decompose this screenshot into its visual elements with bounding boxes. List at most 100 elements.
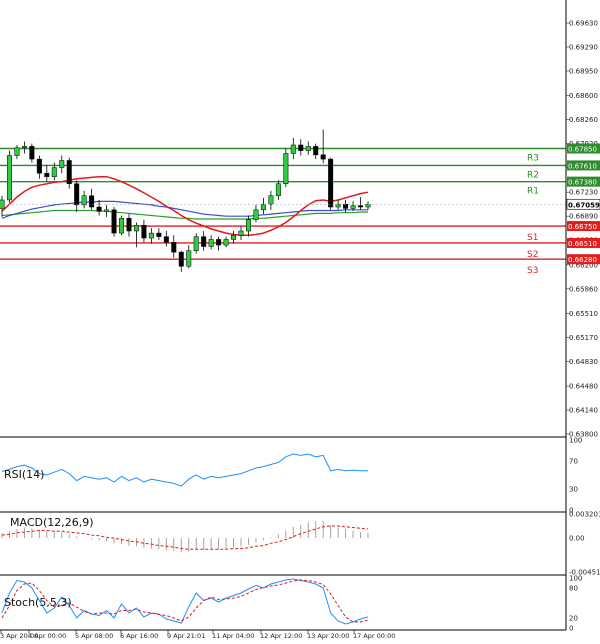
stoch-title: Stoch(5,5,3) xyxy=(4,596,72,609)
level-name-s1: S1 xyxy=(527,233,538,243)
x-tick-label: 11 Apr 04:00 xyxy=(212,632,254,640)
level-price-label: 0.66510 xyxy=(568,240,597,248)
price-tick-label: 0.64140 xyxy=(569,407,598,415)
price-tick-label: 0.65860 xyxy=(569,285,598,293)
candle-bull xyxy=(223,239,229,246)
candle-bear xyxy=(320,154,326,160)
candle-bull xyxy=(119,218,125,234)
x-tick-label: 12 Apr 12:00 xyxy=(260,632,302,640)
macd-tick-label: 0.003201 xyxy=(569,511,600,519)
level-price-label: 0.67380 xyxy=(568,179,597,187)
x-axis: 3 Apr 20:004 Apr 00:00 5 Apr 08:00 6 Apr 1… xyxy=(0,629,566,640)
candle-bull xyxy=(231,234,237,240)
candle-bull xyxy=(275,183,281,196)
candle-bull xyxy=(335,203,341,208)
candle-bull xyxy=(133,225,139,232)
stoch-tick-label: 20 xyxy=(569,615,578,623)
current-price-label: 0.67059 xyxy=(568,201,600,209)
candle-bull xyxy=(81,195,87,206)
rsi-title: RSI(14) xyxy=(4,468,44,481)
candle-bear xyxy=(111,209,117,234)
level-name-r2: R2 xyxy=(527,170,539,180)
candle-bear xyxy=(74,183,80,206)
level-price-label: 0.66750 xyxy=(568,223,597,231)
price-tick-label: 0.68260 xyxy=(569,116,598,124)
candle-bull xyxy=(193,236,199,251)
candle-bear xyxy=(358,205,364,208)
candle-bear xyxy=(44,172,50,177)
price-tick-label: 0.69290 xyxy=(569,44,598,52)
candle-bear xyxy=(163,236,169,243)
level-name-s3: S3 xyxy=(527,266,538,276)
x-tick-label: 4 Apr 00:00 xyxy=(28,632,66,640)
macd-title: MACD(12,26,9) xyxy=(10,516,94,529)
candle-bull xyxy=(290,144,296,154)
candle-bear xyxy=(298,144,304,151)
x-tick-label: 13 Apr 20:00 xyxy=(307,632,349,640)
candle-bull xyxy=(59,160,65,168)
x-tick-label: 5 Apr 08:00 xyxy=(75,632,113,640)
level-price-label: 0.66280 xyxy=(568,256,597,264)
stoch-tick-label: 0 xyxy=(569,625,573,633)
macd-tick-label: 0.00 xyxy=(569,535,585,543)
candle-bull xyxy=(104,209,110,212)
candle-bull xyxy=(238,230,244,236)
candle-bear xyxy=(36,158,42,174)
candle-bear xyxy=(201,236,207,247)
forex-chart: 0.696300.692900.689500.686000.682600.679… xyxy=(0,0,600,640)
candle-bull xyxy=(350,205,356,209)
price-tick-label: 0.66890 xyxy=(569,213,598,221)
price-tick-label: 0.67230 xyxy=(569,189,598,197)
level-price-label: 0.67610 xyxy=(568,162,597,170)
price-tick-label: 0.68600 xyxy=(569,92,598,100)
x-tick-label: 6 Apr 16:00 xyxy=(120,632,158,640)
x-tick-label: 17 Apr 00:00 xyxy=(353,632,395,640)
candle-bear xyxy=(29,146,35,160)
candle-bear xyxy=(216,239,222,246)
rsi-tick-label: 100 xyxy=(569,437,582,445)
price-panel: 0.696300.692900.689500.686000.682600.679… xyxy=(0,20,600,439)
candle-bull xyxy=(148,232,154,239)
candle-bear xyxy=(328,158,334,208)
level-name-s2: S2 xyxy=(527,250,538,260)
price-tick-label: 0.68950 xyxy=(569,67,598,75)
candle-bull xyxy=(6,155,12,201)
candle-bull xyxy=(260,203,266,211)
x-tick-label: 9 Apr 21:01 xyxy=(167,632,205,640)
rsi-panel: 10070300RSI(14) xyxy=(0,436,582,515)
candle-bull xyxy=(21,146,27,149)
price-tick-label: 0.64480 xyxy=(569,383,598,391)
candle-bull xyxy=(268,195,274,205)
candle-bear xyxy=(178,251,184,267)
candle-bear xyxy=(66,160,72,185)
price-tick-label: 0.65510 xyxy=(569,310,598,318)
ma-blue-line xyxy=(1,200,368,219)
candle-bull xyxy=(208,239,214,247)
candle-bull xyxy=(51,167,57,177)
price-tick-label: 0.64830 xyxy=(569,358,598,366)
stoch-panel: 100 80 20 0 Stoch(5,5,3) xyxy=(0,574,582,633)
rsi-tick-label: 30 xyxy=(569,486,578,494)
rsi-line xyxy=(1,453,368,487)
candle-bear xyxy=(126,218,132,232)
candle-bull xyxy=(245,219,251,232)
level-price-label: 0.67850 xyxy=(568,146,597,154)
candle-bull xyxy=(283,153,289,185)
macd-panel: 0.0032010.00-0.004514MACD(12,26,9) xyxy=(0,511,600,577)
candle-bull xyxy=(365,203,371,208)
stoch-tick-label: 100 xyxy=(569,575,582,583)
stoch-tick-label: 80 xyxy=(569,585,578,593)
level-name-r1: R1 xyxy=(527,187,539,197)
candle-bear xyxy=(96,206,102,212)
candle-bull xyxy=(305,146,311,151)
candle-bear xyxy=(313,146,319,156)
price-tick-label: 0.65170 xyxy=(569,334,598,342)
rsi-tick-label: 70 xyxy=(569,458,578,466)
candle-bull xyxy=(186,250,192,267)
candle-bear xyxy=(171,242,177,253)
candle-bear xyxy=(343,203,349,209)
candle-bull xyxy=(14,147,20,156)
candle-bear xyxy=(89,195,95,208)
price-tick-label: 0.69630 xyxy=(569,20,598,28)
macd-signal-line xyxy=(1,525,369,550)
